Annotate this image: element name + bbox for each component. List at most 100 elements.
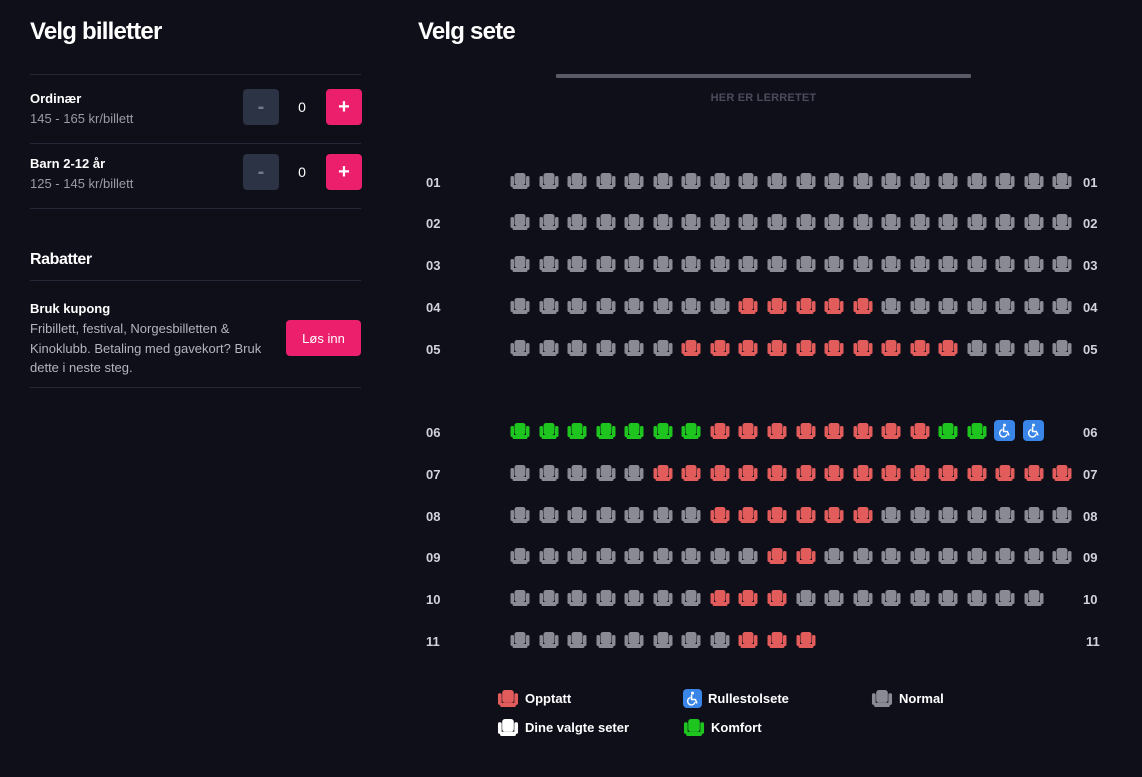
comfort-seat[interactable] [567, 422, 587, 440]
normal-seat[interactable] [853, 172, 873, 190]
normal-seat[interactable] [967, 589, 987, 607]
normal-seat[interactable] [824, 213, 844, 231]
normal-seat[interactable] [881, 547, 901, 565]
normal-seat[interactable] [881, 255, 901, 273]
normal-seat[interactable] [967, 339, 987, 357]
normal-seat[interactable] [967, 172, 987, 190]
normal-seat[interactable] [539, 255, 559, 273]
normal-seat[interactable] [596, 213, 616, 231]
normal-seat[interactable] [681, 547, 701, 565]
normal-seat[interactable] [510, 339, 530, 357]
normal-seat[interactable] [1052, 172, 1072, 190]
normal-seat[interactable] [910, 297, 930, 315]
normal-seat[interactable] [824, 589, 844, 607]
normal-seat[interactable] [881, 297, 901, 315]
normal-seat[interactable] [681, 589, 701, 607]
normal-seat[interactable] [881, 506, 901, 524]
normal-seat[interactable] [710, 297, 730, 315]
normal-seat[interactable] [653, 172, 673, 190]
normal-seat[interactable] [567, 297, 587, 315]
normal-seat[interactable] [539, 589, 559, 607]
normal-seat[interactable] [710, 255, 730, 273]
normal-seat[interactable] [995, 297, 1015, 315]
normal-seat[interactable] [995, 172, 1015, 190]
normal-seat[interactable] [853, 213, 873, 231]
normal-seat[interactable] [995, 589, 1015, 607]
normal-seat[interactable] [681, 631, 701, 649]
normal-seat[interactable] [681, 255, 701, 273]
normal-seat[interactable] [710, 172, 730, 190]
normal-seat[interactable] [539, 172, 559, 190]
normal-seat[interactable] [624, 589, 644, 607]
normal-seat[interactable] [567, 464, 587, 482]
normal-seat[interactable] [910, 255, 930, 273]
normal-seat[interactable] [624, 255, 644, 273]
normal-seat[interactable] [539, 213, 559, 231]
normal-seat[interactable] [510, 297, 530, 315]
normal-seat[interactable] [910, 213, 930, 231]
normal-seat[interactable] [1052, 547, 1072, 565]
normal-seat[interactable] [596, 339, 616, 357]
normal-seat[interactable] [710, 631, 730, 649]
normal-seat[interactable] [567, 255, 587, 273]
normal-seat[interactable] [596, 464, 616, 482]
normal-seat[interactable] [567, 506, 587, 524]
normal-seat[interactable] [738, 172, 758, 190]
normal-seat[interactable] [1052, 255, 1072, 273]
normal-seat[interactable] [539, 464, 559, 482]
normal-seat[interactable] [539, 339, 559, 357]
normal-seat[interactable] [710, 213, 730, 231]
normal-seat[interactable] [853, 589, 873, 607]
normal-seat[interactable] [910, 506, 930, 524]
normal-seat[interactable] [681, 297, 701, 315]
normal-seat[interactable] [967, 547, 987, 565]
normal-seat[interactable] [738, 547, 758, 565]
normal-seat[interactable] [624, 506, 644, 524]
normal-seat[interactable] [796, 255, 816, 273]
normal-seat[interactable] [567, 172, 587, 190]
normal-seat[interactable] [567, 631, 587, 649]
normal-seat[interactable] [653, 547, 673, 565]
normal-seat[interactable] [624, 297, 644, 315]
normal-seat[interactable] [653, 589, 673, 607]
normal-seat[interactable] [624, 213, 644, 231]
normal-seat[interactable] [539, 297, 559, 315]
normal-seat[interactable] [1052, 297, 1072, 315]
normal-seat[interactable] [796, 589, 816, 607]
normal-seat[interactable] [596, 506, 616, 524]
increase-child-button[interactable]: + [326, 154, 362, 190]
normal-seat[interactable] [995, 547, 1015, 565]
normal-seat[interactable] [624, 464, 644, 482]
normal-seat[interactable] [539, 547, 559, 565]
normal-seat[interactable] [995, 213, 1015, 231]
normal-seat[interactable] [624, 631, 644, 649]
normal-seat[interactable] [510, 547, 530, 565]
wheelchair-seat[interactable] [1023, 420, 1044, 441]
normal-seat[interactable] [910, 172, 930, 190]
normal-seat[interactable] [653, 506, 673, 524]
normal-seat[interactable] [1024, 255, 1044, 273]
normal-seat[interactable] [710, 547, 730, 565]
normal-seat[interactable] [510, 172, 530, 190]
normal-seat[interactable] [1024, 172, 1044, 190]
comfort-seat[interactable] [596, 422, 616, 440]
normal-seat[interactable] [938, 297, 958, 315]
normal-seat[interactable] [510, 255, 530, 273]
normal-seat[interactable] [567, 589, 587, 607]
wheelchair-seat[interactable] [994, 420, 1015, 441]
normal-seat[interactable] [767, 213, 787, 231]
normal-seat[interactable] [967, 297, 987, 315]
normal-seat[interactable] [967, 255, 987, 273]
normal-seat[interactable] [938, 589, 958, 607]
normal-seat[interactable] [853, 255, 873, 273]
comfort-seat[interactable] [967, 422, 987, 440]
normal-seat[interactable] [1024, 547, 1044, 565]
normal-seat[interactable] [824, 172, 844, 190]
normal-seat[interactable] [767, 172, 787, 190]
normal-seat[interactable] [1052, 506, 1072, 524]
normal-seat[interactable] [938, 255, 958, 273]
normal-seat[interactable] [596, 631, 616, 649]
normal-seat[interactable] [653, 255, 673, 273]
comfort-seat[interactable] [938, 422, 958, 440]
normal-seat[interactable] [624, 172, 644, 190]
